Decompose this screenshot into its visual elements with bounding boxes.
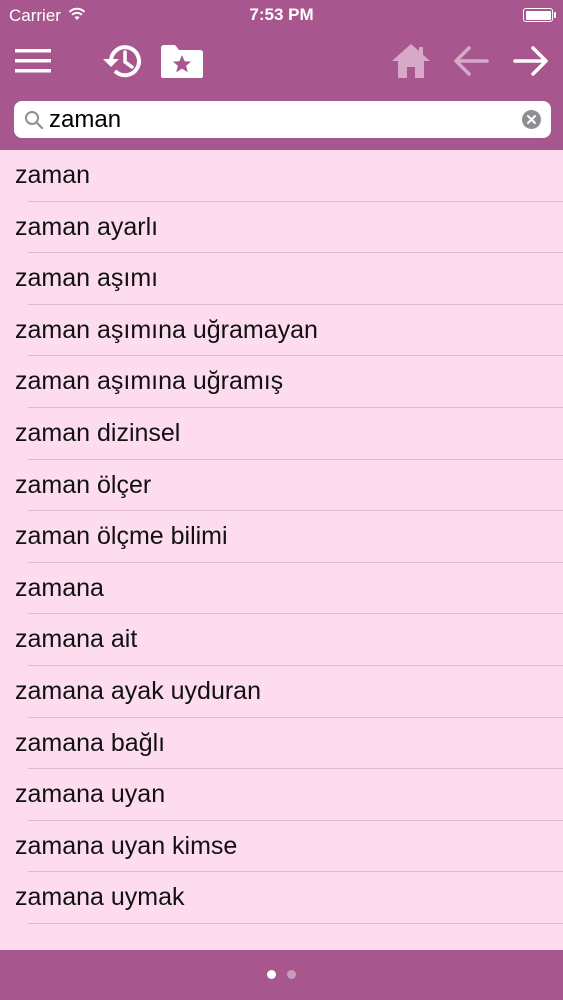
favorites-folder-icon [161, 45, 203, 78]
results-list: zaman zaman ayarlı zaman aşımı zaman aşı… [0, 150, 563, 950]
list-item-label: zamana uymak [15, 883, 185, 912]
list-item[interactable]: zaman dizinsel [0, 408, 563, 460]
top-bar: Carrier 7:53 PM [0, 0, 563, 150]
home-button[interactable] [388, 38, 434, 84]
divider [28, 922, 563, 924]
list-item[interactable]: zaman aşımı [0, 253, 563, 305]
clear-search-icon[interactable] [522, 110, 541, 129]
search-icon [25, 111, 44, 130]
list-item[interactable]: zaman ayarlı [0, 202, 563, 254]
forward-arrow-icon [513, 46, 548, 76]
back-arrow-icon [454, 46, 489, 76]
list-item-label: zamana ayak uyduran [15, 676, 261, 705]
list-item-label: zamana [15, 573, 104, 602]
history-icon [103, 45, 141, 78]
menu-icon [15, 49, 51, 73]
list-item-label: zaman aşımına uğramayan [15, 315, 318, 344]
back-button[interactable] [448, 38, 494, 84]
list-item-label: zamana uyan kimse [15, 831, 238, 860]
forward-button[interactable] [508, 38, 554, 84]
list-item-label: zamana uyan [15, 780, 166, 809]
status-bar: Carrier 7:53 PM [0, 0, 563, 30]
list-item-label: zaman aşımı [15, 264, 159, 293]
list-item[interactable]: zaman [0, 150, 563, 202]
list-item-label: zamana bağlı [15, 728, 166, 757]
list-item[interactable]: zamana ayak uyduran [0, 666, 563, 718]
list-item[interactable]: zaman ölçme bilimi [0, 511, 563, 563]
page-indicator-dot[interactable] [287, 970, 296, 979]
list-item[interactable]: zamana uymak [0, 872, 563, 924]
favorites-button[interactable] [159, 38, 205, 84]
list-item[interactable]: zaman ölçer [0, 460, 563, 512]
clock: 7:53 PM [249, 5, 314, 24]
list-item-label: zaman [15, 161, 91, 189]
page-indicator-dot-active[interactable] [267, 970, 276, 979]
list-item[interactable]: zamana ait [0, 614, 563, 666]
list-item-label: zaman ölçer [15, 470, 152, 499]
list-item-label: zaman dizinsel [15, 418, 181, 447]
list-item[interactable]: zaman aşımına uğramayan [0, 305, 563, 357]
list-item[interactable]: zamana uyan kimse [0, 821, 563, 873]
home-icon [392, 44, 430, 78]
list-item[interactable]: zaman aşımına uğramış [0, 356, 563, 408]
list-item[interactable]: zamana bağlı [0, 718, 563, 770]
list-item-label: zamana ait [15, 625, 138, 654]
search-box [14, 101, 551, 138]
list-item-label: zaman ölçme bilimi [15, 522, 228, 551]
search-input[interactable] [49, 101, 509, 138]
history-button[interactable] [99, 38, 145, 84]
list-item[interactable]: zamana uyan [0, 769, 563, 821]
menu-button[interactable] [10, 38, 56, 84]
battery-icon [523, 8, 556, 22]
list-item[interactable]: zamana [0, 563, 563, 615]
list-item-label: zaman ayarlı [15, 212, 159, 241]
list-item-label: zaman aşımına uğramış [15, 367, 284, 396]
bottom-bar [0, 950, 563, 1000]
